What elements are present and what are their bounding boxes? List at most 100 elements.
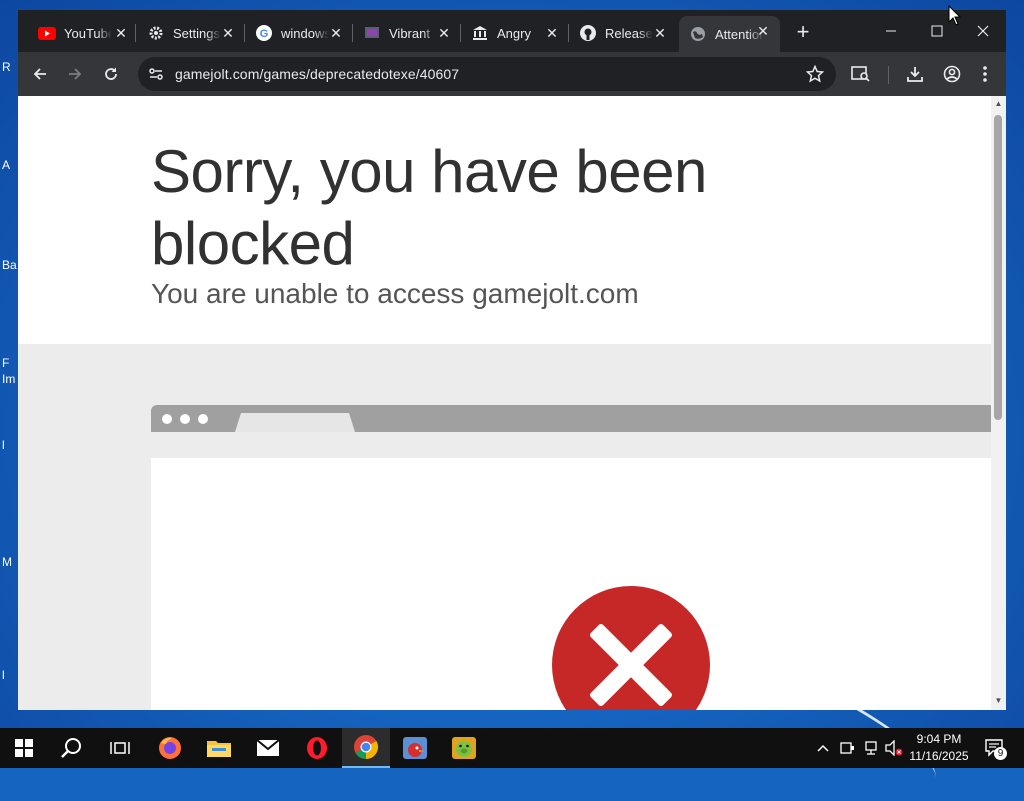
bank-icon	[471, 24, 489, 42]
back-button[interactable]	[27, 61, 53, 87]
green-pig-icon	[452, 737, 476, 759]
folder-icon	[207, 741, 231, 757]
menu-button[interactable]	[972, 61, 998, 87]
tab-vibrant[interactable]: Vibrant ✕	[353, 18, 461, 48]
taskbar-angry-birds[interactable]	[391, 728, 439, 768]
page-title: Sorry, you have been blocked	[151, 138, 707, 277]
mail-icon	[256, 739, 280, 756]
desktop-label-fragment[interactable]: A	[2, 158, 10, 172]
mouse-cursor-icon	[948, 5, 962, 26]
desktop-label-fragment[interactable]: Im	[2, 372, 15, 386]
desktop-label-fragment[interactable]: F	[2, 356, 9, 370]
desktop-label-fragment[interactable]: l	[2, 668, 5, 682]
task-view-button[interactable]	[96, 728, 144, 768]
github-icon	[579, 24, 597, 42]
tab-angry[interactable]: Angry ✕	[461, 18, 569, 48]
illustration-dot	[162, 414, 172, 424]
tab-label: Angry	[497, 25, 531, 41]
tab-youtube[interactable]: YouTube ✕	[28, 18, 138, 48]
close-tab-icon[interactable]: ✕	[112, 24, 130, 42]
tab-strip: YouTube ✕ Settings ✕ G windows ✕ Vibrant…	[18, 10, 1006, 52]
reload-button[interactable]	[98, 61, 124, 87]
scroll-down-arrow-icon[interactable]: ▼	[993, 696, 1004, 706]
toolbar-divider	[888, 66, 889, 84]
scrollbar-thumb[interactable]	[994, 115, 1002, 420]
desktop-label-fragment[interactable]: l	[2, 438, 5, 452]
profile-button[interactable]	[939, 61, 965, 87]
tray-device-button[interactable]	[837, 738, 857, 758]
illustration-dot	[198, 414, 208, 424]
tab-label: windows	[281, 25, 329, 41]
minimize-button[interactable]	[871, 18, 911, 44]
page-scrollbar[interactable]: ▲ ▼	[991, 96, 1006, 710]
device-icon	[840, 742, 854, 754]
address-bar[interactable]: gamejolt.com/games/deprecatedotexe/40607	[138, 57, 836, 91]
downloads-button[interactable]	[902, 61, 928, 87]
page-viewport: Sorry, you have been blocked You are una…	[18, 96, 991, 710]
notification-count-badge: 9	[994, 747, 1007, 760]
close-tab-icon[interactable]: ✕	[651, 24, 669, 42]
close-tab-icon[interactable]: ✕	[327, 24, 345, 42]
taskbar-opera[interactable]	[293, 728, 341, 768]
clock-time: 9:04 PM	[916, 732, 962, 746]
browser-window: YouTube ✕ Settings ✕ G windows ✕ Vibrant…	[18, 10, 1006, 710]
action-center-button[interactable]: 9	[982, 738, 1008, 760]
chrome-icon	[354, 735, 379, 759]
taskbar-mail[interactable]	[244, 728, 292, 768]
forward-button[interactable]	[62, 61, 88, 87]
opera-icon	[307, 737, 327, 759]
block-message-section: Sorry, you have been blocked You are una…	[18, 96, 991, 344]
desktop-label-fragment[interactable]: Ba	[2, 258, 17, 272]
chevron-up-icon	[817, 744, 829, 752]
firefox-icon	[159, 737, 181, 759]
close-tab-icon[interactable]: ✕	[754, 22, 772, 40]
url-text[interactable]: gamejolt.com/games/deprecatedotexe/40607	[175, 66, 459, 82]
close-icon	[977, 25, 989, 37]
close-tab-icon[interactable]: ✕	[219, 24, 237, 42]
new-tab-button[interactable]: +	[790, 20, 816, 46]
task-view-icon	[110, 742, 130, 754]
tab-label: Settings	[173, 25, 220, 41]
bookmark-star-icon[interactable]	[805, 64, 825, 88]
more-vertical-icon	[983, 66, 987, 82]
taskbar-chrome[interactable]	[342, 728, 390, 768]
lens-search-icon	[851, 66, 870, 82]
account-circle-icon	[943, 65, 961, 83]
tab-label: YouTube	[64, 25, 112, 41]
google-lens-button[interactable]	[848, 61, 874, 87]
search-button[interactable]	[48, 728, 96, 768]
browser-toolbar: gamejolt.com/games/deprecatedotexe/40607	[18, 52, 1006, 96]
reload-icon	[105, 67, 117, 80]
clock-date: 11/16/2025	[909, 749, 969, 763]
network-button[interactable]	[861, 738, 881, 758]
settings-gear-icon	[147, 24, 165, 42]
download-icon	[907, 67, 923, 82]
illustration-tab	[235, 413, 355, 432]
taskbar-file-explorer[interactable]	[195, 728, 243, 768]
tab-attention-active[interactable]: Attention ✕	[679, 16, 780, 52]
tab-settings[interactable]: Settings ✕	[137, 18, 245, 48]
illustration-dot	[180, 414, 190, 424]
show-hidden-icons-button[interactable]	[813, 738, 833, 758]
angry-bird-icon	[403, 737, 427, 759]
tab-separator	[135, 24, 136, 42]
tab-github-releases[interactable]: Releases ✕	[569, 18, 677, 48]
taskbar-clock[interactable]: 9:04 PM 11/16/2025	[900, 731, 978, 765]
svg-text:G: G	[260, 28, 269, 40]
page-subtitle: You are unable to access gamejolt.com	[151, 278, 639, 309]
windows-logo-icon	[15, 739, 33, 757]
close-tab-icon[interactable]: ✕	[435, 24, 453, 42]
close-window-button[interactable]	[963, 18, 1003, 44]
windows-taskbar: 9:04 PM 11/16/2025 9	[0, 728, 1024, 768]
desktop-label-fragment[interactable]: R	[2, 60, 11, 74]
scroll-up-arrow-icon[interactable]: ▲	[993, 99, 1004, 109]
browser-illustration-body	[151, 458, 991, 710]
site-info-icon[interactable]	[148, 66, 164, 87]
close-tab-icon[interactable]: ✕	[543, 24, 561, 42]
search-icon	[61, 738, 81, 758]
tab-google-search[interactable]: G windows ✕	[245, 18, 353, 48]
desktop-label-fragment[interactable]: M	[2, 555, 12, 569]
taskbar-bad-piggies[interactable]	[440, 728, 488, 768]
taskbar-firefox[interactable]	[146, 728, 194, 768]
start-button[interactable]	[0, 728, 48, 768]
